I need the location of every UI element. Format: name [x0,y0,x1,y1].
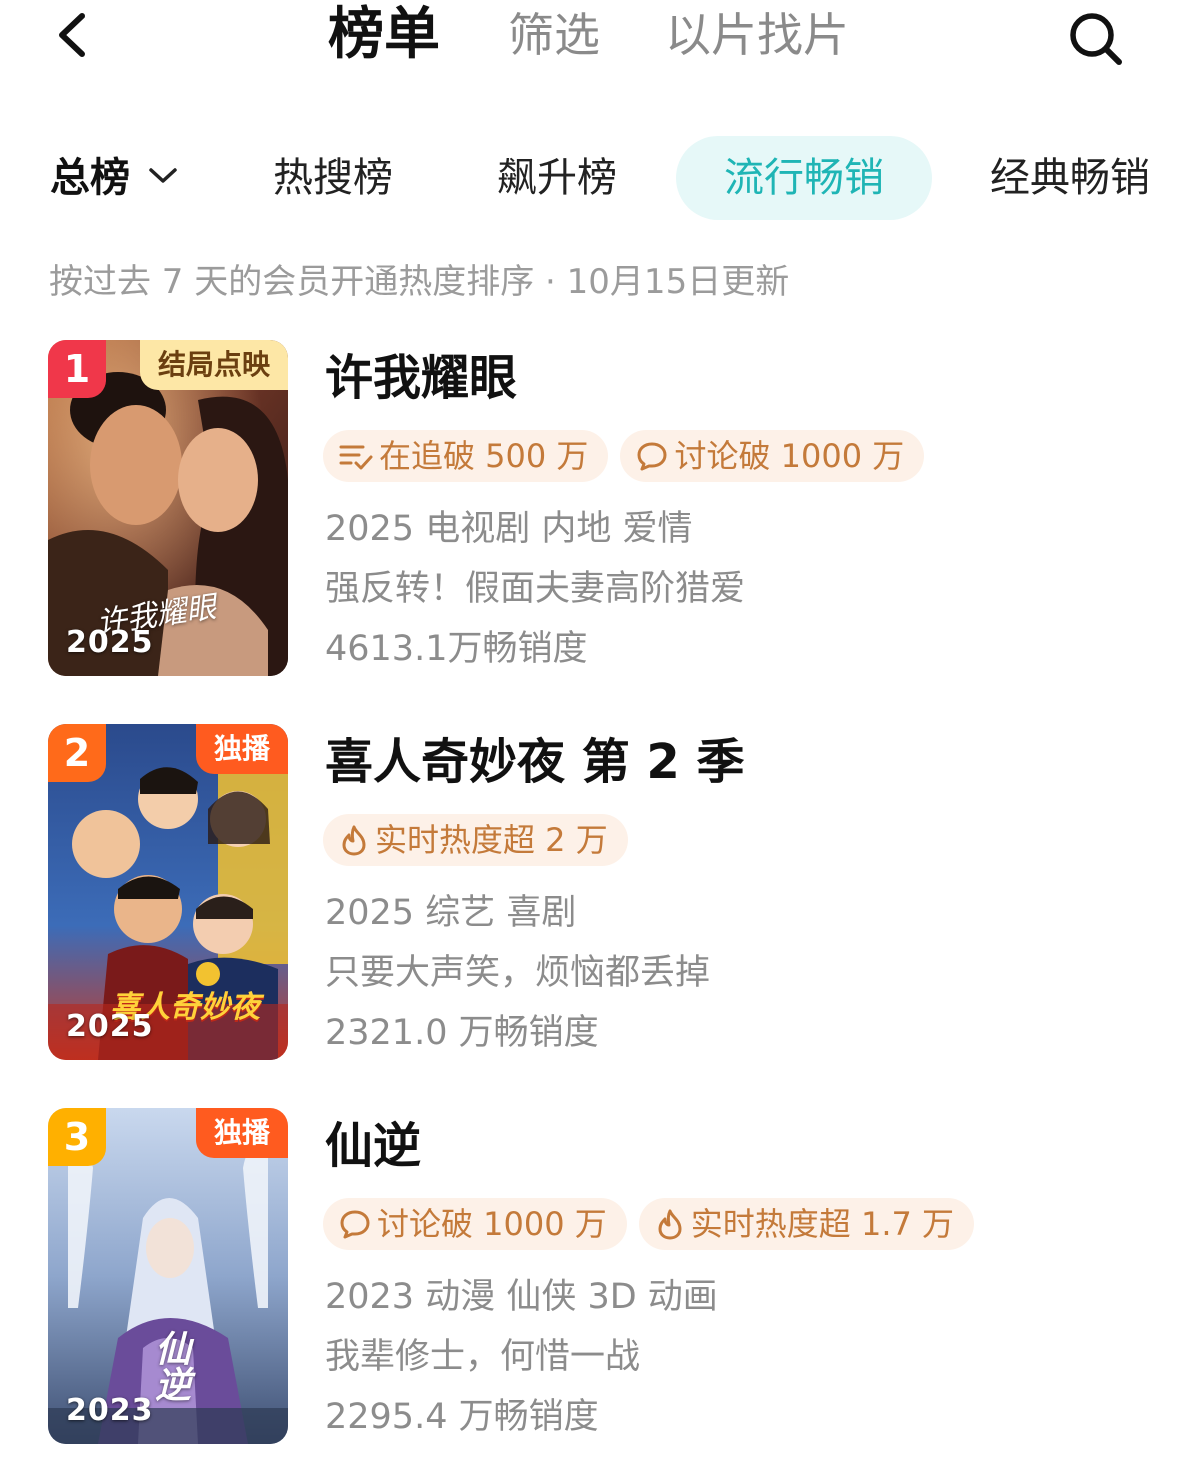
chat-bubble-icon [340,1210,370,1239]
list-item[interactable]: 喜人奇妙夜 2 独播 2025 喜人奇妙夜 第 2 季 实时热度超 2 万 20… [48,724,1148,1060]
flame-icon [342,825,366,856]
tab-hot-search[interactable]: 热搜榜 [273,136,393,220]
tab-popular-bestselling[interactable]: 流行畅销 [676,136,932,220]
ranking-description: 按过去 7 天的会员开通热度排序 · 10月15日更新 [49,262,790,302]
rank-badge: 1 [48,340,106,398]
item-info: 2025 电视剧 内地 爱情 [325,509,693,549]
rank-badge: 2 [48,724,106,782]
search-icon[interactable] [1065,8,1125,68]
status-badge: 独播 [195,724,288,774]
tag-row: 在追破 500 万 讨论破 1000 万 [323,430,936,482]
poster-year: 2023 [66,1393,154,1428]
list-item[interactable]: 许我耀眼 1 结局点映 2025 许我耀眼 在追破 500 万 讨论破 1000 … [48,340,1148,676]
top-navigation-bar: 榜单 筛选 以片找片 [0,0,1179,80]
stat-tag: 实时热度超 1.7 万 [638,1198,975,1250]
ranking-category-tabs: 总榜 热搜榜 飙升榜 流行畅销 经典畅销 [0,136,1179,220]
stat-tag: 在追破 500 万 [323,430,609,482]
tab-find-similar[interactable]: 以片找片 [665,0,849,70]
stat-tag: 实时热度超 2 万 [323,814,628,866]
chevron-down-icon [149,168,177,183]
poster-image[interactable]: 仙逆 3 独播 2023 [48,1108,288,1444]
tab-overall-label: 总榜 [50,155,130,201]
stat-tag-text: 实时热度超 1.7 万 [690,1205,955,1243]
item-tagline: 我辈修士，何惜一战 [325,1337,641,1377]
status-badge: 独播 [195,1108,288,1158]
poster-image[interactable]: 喜人奇妙夜 2 独播 2025 [48,724,288,1060]
item-sales: 2321.0 万畅销度 [325,1013,599,1053]
item-tagline: 只要大声笑，烦恼都丢掉 [325,953,711,993]
list-check-icon [339,445,373,470]
stat-tag: 讨论破 1000 万 [620,430,925,482]
poster-year: 2025 [66,1009,154,1044]
item-info: 2025 综艺 喜剧 [325,893,577,933]
stat-tag: 讨论破 1000 万 [323,1198,627,1250]
poster-title-script: 仙逆 [149,1330,191,1402]
chevron-left-icon[interactable] [52,10,92,60]
item-sales: 2295.4 万畅销度 [325,1397,599,1437]
tab-rising[interactable]: 飙升榜 [497,136,617,220]
flame-icon [658,1209,682,1240]
stat-tag-text: 实时热度超 2 万 [375,821,608,859]
stat-tag-text: 在追破 500 万 [379,437,589,475]
rank-badge: 3 [48,1108,106,1166]
list-item[interactable]: 仙逆 3 独播 2023 仙逆 讨论破 1000 万 实时热度超 1.7 万 20… [48,1108,1148,1444]
status-badge: 结局点映 [139,340,288,390]
item-sales: 4613.1万畅销度 [325,629,588,669]
tag-row: 实时热度超 2 万 [323,814,640,866]
stat-tag-text: 讨论破 1000 万 [377,1205,607,1243]
item-title[interactable]: 仙逆 [325,1114,421,1178]
tab-filter[interactable]: 筛选 [508,0,600,70]
tab-classic-bestselling[interactable]: 经典畅销 [990,136,1150,220]
item-title[interactable]: 许我耀眼 [325,346,517,410]
tab-ranking[interactable]: 榜单 [328,0,440,70]
tab-overall[interactable]: 总榜 [50,136,178,220]
item-tagline: 强反转！假面夫妻高阶猎爱 [325,569,746,609]
poster-year: 2025 [66,625,154,660]
tag-row: 讨论破 1000 万 实时热度超 1.7 万 [323,1198,986,1250]
stat-tag-text: 讨论破 1000 万 [674,437,905,475]
item-info: 2023 动漫 仙侠 3D 动画 [325,1277,718,1317]
poster-image[interactable]: 许我耀眼 1 结局点映 2025 [48,340,288,676]
item-title[interactable]: 喜人奇妙夜 第 2 季 [325,730,745,794]
chat-bubble-icon [637,442,667,471]
